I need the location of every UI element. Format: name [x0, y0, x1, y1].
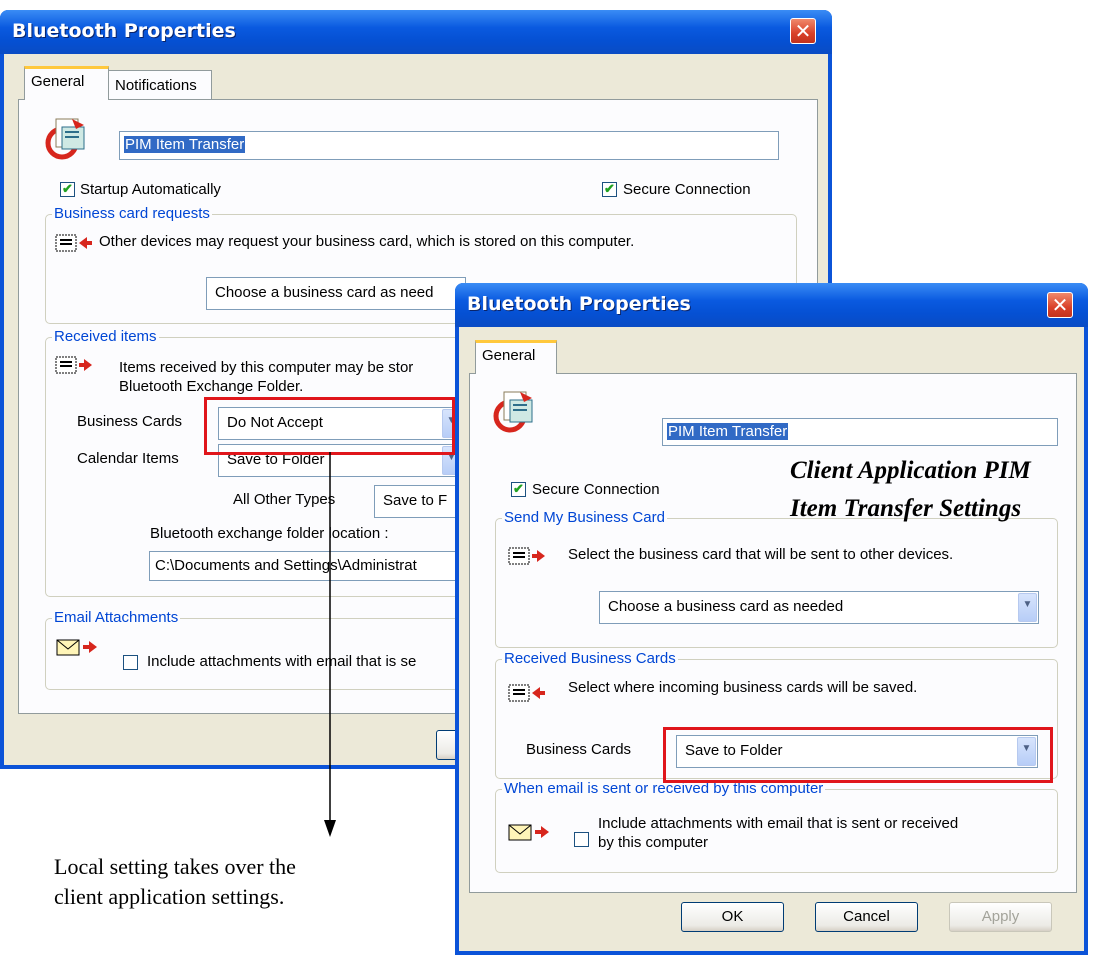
chevron-down-icon[interactable]: ▼: [1018, 593, 1037, 622]
ok-button[interactable]: OK: [681, 902, 784, 932]
back-email-text: Include attachments with email that is s…: [147, 653, 417, 670]
back-business-cards-label: Business Cards: [77, 413, 183, 430]
tab-label: General: [482, 347, 536, 364]
back-window-title: Bluetooth Properties: [12, 20, 236, 42]
pim-service-icon: [45, 118, 85, 160]
front-received-cards-text: Select where incoming business cards wil…: [568, 679, 918, 696]
card-send-icon: [508, 547, 545, 565]
annotation-line: Client Application PIM: [790, 457, 1031, 484]
front-window-title: Bluetooth Properties: [467, 293, 691, 315]
back-secure-label: Secure Connection: [623, 181, 751, 198]
back-received-items-legend: Received items: [52, 328, 159, 345]
annotation-line: client application settings.: [54, 884, 285, 909]
back-business-card-combo[interactable]: Choose a business card as need: [206, 277, 466, 310]
card-receive-icon: [55, 356, 92, 374]
front-send-card-group: Send My Business Card: [495, 509, 1058, 648]
back-tab-general[interactable]: General: [24, 66, 109, 100]
back-tab-notifications[interactable]: Notifications: [108, 70, 212, 100]
back-business-card-requests-text: Other devices may request your business …: [99, 233, 635, 250]
front-send-card-combo[interactable]: Choose a business card as needed ▼: [599, 591, 1039, 624]
back-folder-location-label: Bluetooth exchange folder location :: [150, 525, 389, 542]
highlight-box-local: [204, 397, 455, 455]
combo-value: Choose a business card as need: [215, 284, 434, 301]
back-calendar-label: Calendar Items: [77, 450, 179, 467]
front-service-name-field[interactable]: PIM Item Transfer: [662, 418, 1058, 446]
front-email-text-1: Include attachments with email that is s…: [598, 815, 959, 832]
front-email-checkbox[interactable]: [574, 832, 589, 847]
front-received-cards-legend: Received Business Cards: [502, 650, 678, 667]
front-titlebar[interactable]: Bluetooth Properties ✕: [455, 283, 1088, 327]
tab-label: General: [31, 73, 85, 90]
back-received-items-text-1: Items received by this computer may be s…: [119, 359, 414, 376]
local-setting-annotation: Local setting takes over the client appl…: [54, 852, 296, 912]
front-tab-general[interactable]: General: [475, 340, 557, 374]
card-receive-icon: [508, 684, 545, 702]
back-received-items-text-2: Bluetooth Exchange Folder.: [119, 378, 304, 395]
back-business-card-requests-legend: Business card requests: [52, 205, 212, 222]
email-icon: [56, 639, 97, 656]
highlight-box-client: [663, 727, 1053, 783]
ok-label: OK: [721, 908, 744, 925]
back-titlebar[interactable]: Bluetooth Properties ✕: [0, 10, 832, 54]
pim-service-icon: [493, 391, 533, 433]
front-dialog-window: Bluetooth Properties ✕ General PIM Item …: [455, 283, 1088, 955]
front-business-cards-label: Business Cards: [526, 741, 632, 758]
annotation-line: Item Transfer Settings: [790, 495, 1022, 522]
front-send-card-text: Select the business card that will be se…: [568, 546, 954, 563]
front-client-area: General PIM Item Transfer ✔ Secure Conne…: [459, 327, 1084, 951]
back-email-legend: Email Attachments: [52, 609, 181, 626]
back-startup-checkbox[interactable]: ✔: [60, 182, 75, 197]
back-secure-checkbox[interactable]: ✔: [602, 182, 617, 197]
client-settings-annotation: Client Application PIM Item Transfer Set…: [790, 452, 1031, 528]
back-email-checkbox[interactable]: [123, 655, 138, 670]
apply-label: Apply: [981, 908, 1020, 925]
front-close-button[interactable]: ✕: [1047, 292, 1073, 318]
service-name-text: PIM Item Transfer: [667, 423, 789, 440]
front-email-text-2: by this computer: [598, 834, 709, 851]
back-service-name-field[interactable]: PIM Item Transfer: [119, 131, 779, 160]
apply-button[interactable]: Apply: [949, 902, 1052, 932]
front-secure-checkbox[interactable]: ✔: [511, 482, 526, 497]
arrow-down-icon: [324, 452, 336, 837]
back-close-button[interactable]: ✕: [790, 18, 816, 44]
folder-path-text: C:\Documents and Settings\Administrat: [155, 557, 417, 574]
front-send-card-legend: Send My Business Card: [502, 509, 667, 526]
front-tab-panel: PIM Item Transfer ✔ Secure Connection Se…: [469, 373, 1077, 893]
front-secure-label: Secure Connection: [532, 481, 660, 498]
card-send-icon: [55, 234, 92, 252]
combo-value: Save to F: [383, 492, 448, 509]
annotation-line: Local setting takes over the: [54, 854, 296, 879]
cancel-button[interactable]: Cancel: [815, 902, 918, 932]
combo-value: Choose a business card as needed: [608, 598, 844, 615]
back-startup-label: Startup Automatically: [80, 181, 221, 198]
email-icon: [508, 824, 549, 841]
back-folder-location-field[interactable]: C:\Documents and Settings\Administrat: [149, 551, 469, 581]
service-name-text: PIM Item Transfer: [124, 136, 246, 153]
cancel-label: Cancel: [843, 908, 890, 925]
tab-label: Notifications: [115, 77, 197, 94]
